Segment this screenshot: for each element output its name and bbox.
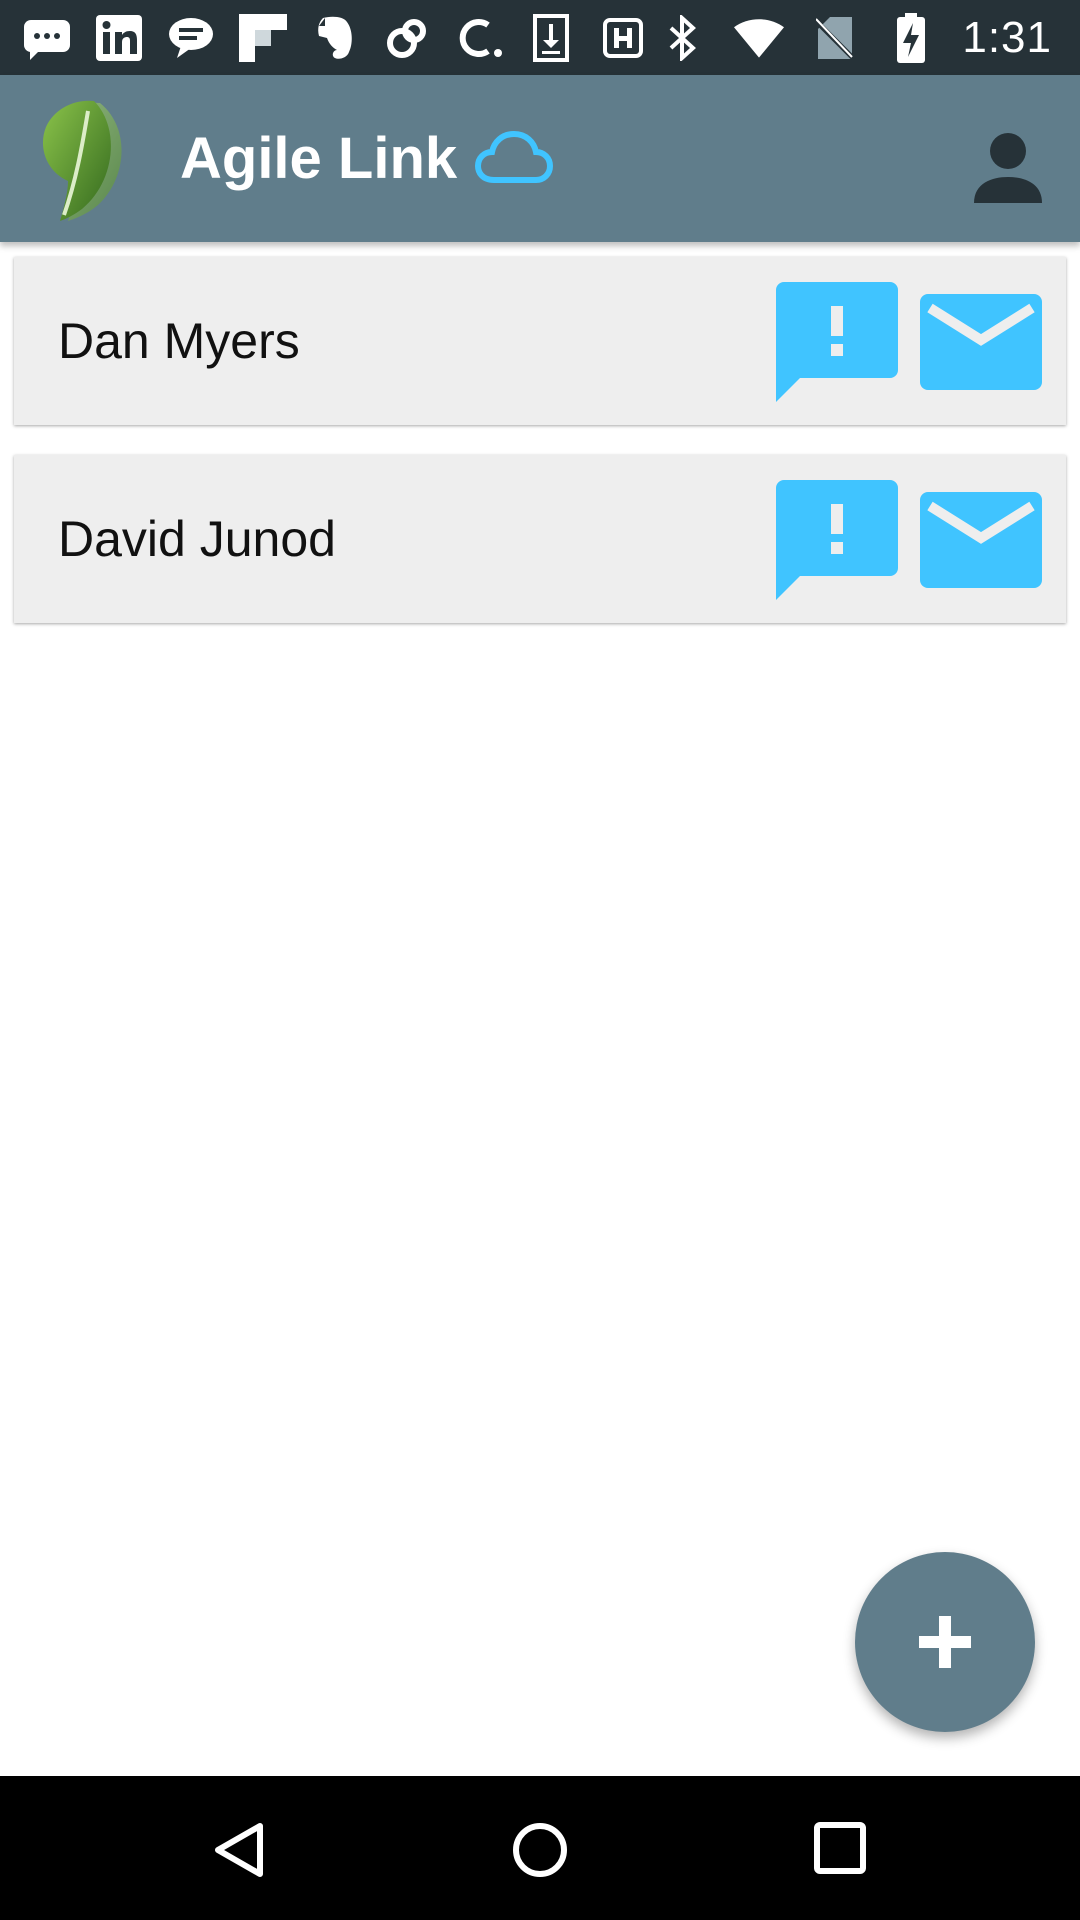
mail-icon [920, 492, 1042, 588]
app-logo-icon [38, 97, 138, 221]
email-button[interactable] [920, 492, 1042, 588]
home-icon [513, 1823, 567, 1877]
person-icon [974, 133, 1042, 203]
home-button[interactable] [510, 1820, 570, 1880]
app-title: Agile Link [180, 126, 458, 191]
chat-bubble-icon [22, 13, 72, 63]
flipboard-icon [238, 13, 288, 63]
h-app-icon [598, 13, 648, 63]
linkedin-icon [94, 13, 144, 63]
profile-button[interactable] [966, 125, 1050, 209]
message-icon [166, 13, 216, 63]
system-icons: 1:31 [658, 0, 1052, 75]
cloud-outline-icon[interactable] [474, 130, 554, 186]
list-item[interactable]: Dan Myers [14, 257, 1066, 425]
status-bar: 1:31 [0, 0, 1080, 75]
contact-list: Dan Myers David Junod [14, 257, 1066, 653]
contact-name: David Junod [58, 511, 336, 567]
wifi-icon [734, 13, 785, 63]
feedback-icon [776, 282, 898, 402]
no-sim-icon [810, 13, 860, 63]
alert-message-button[interactable] [776, 282, 898, 402]
mail-icon [920, 294, 1042, 390]
feedback-icon [776, 480, 898, 600]
plus-icon [919, 1616, 971, 1668]
evernote-icon [310, 13, 360, 63]
add-contact-button[interactable] [855, 1552, 1035, 1732]
notification-icons [22, 0, 648, 75]
list-item[interactable]: David Junod [14, 455, 1066, 623]
back-button[interactable] [210, 1820, 270, 1880]
link-icon [382, 13, 432, 63]
recents-button[interactable] [812, 1820, 868, 1876]
recents-icon [814, 1822, 866, 1874]
status-time: 1:31 [962, 12, 1052, 62]
email-button[interactable] [920, 294, 1042, 390]
app-bar: Agile Link [0, 75, 1080, 242]
download-icon [526, 13, 576, 63]
alert-message-button[interactable] [776, 480, 898, 600]
back-icon [215, 1823, 263, 1877]
bluetooth-icon [658, 13, 708, 63]
contact-name: Dan Myers [58, 313, 300, 369]
c-app-icon [454, 13, 504, 63]
battery-charging-icon [886, 12, 936, 63]
navigation-bar [0, 1776, 1080, 1920]
